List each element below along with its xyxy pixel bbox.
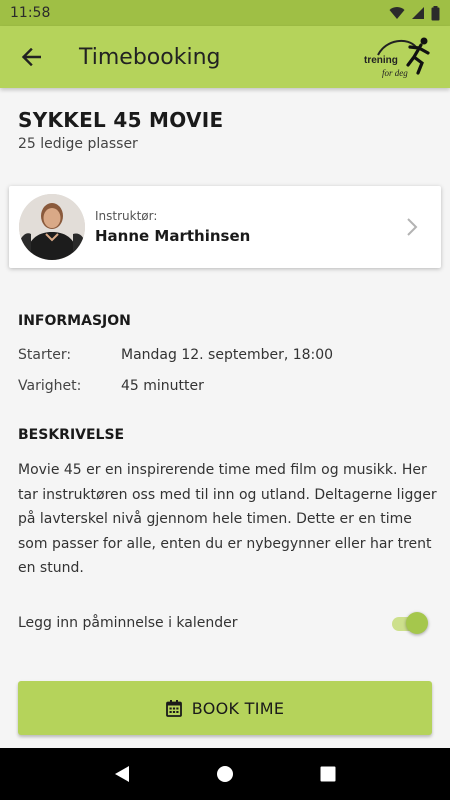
- nav-recents-button[interactable]: [308, 754, 348, 794]
- status-bar: 11:58: [0, 0, 450, 26]
- logo-text-top: trening: [364, 55, 398, 66]
- description-text: Movie 45 er en inspirerende time med fil…: [18, 462, 437, 576]
- nav-back-button[interactable]: [102, 754, 142, 794]
- info-value-start: Mandag 12. september, 18:00: [121, 347, 334, 363]
- calendar-icon: [165, 699, 182, 717]
- circle-home-icon: [216, 766, 233, 782]
- wifi-icon: [389, 7, 405, 20]
- back-button[interactable]: [0, 26, 62, 88]
- signal-icon: [412, 7, 424, 19]
- book-time-button[interactable]: BOOK TIME: [18, 681, 432, 735]
- info-row-duration: Varighet: 45 minutter: [18, 378, 438, 394]
- book-time-label: BOOK TIME: [191, 698, 285, 718]
- description-heading: BESKRIVELSE: [18, 427, 125, 443]
- status-icons: [389, 5, 440, 21]
- class-title: SYKKEL 45 MOVIE: [18, 108, 224, 132]
- instructor-card[interactable]: Instruktør: Hanne Marthinsen: [9, 186, 441, 268]
- square-recents-icon: [320, 766, 336, 782]
- arrow-back-icon: [21, 48, 41, 66]
- info-label-start: Starter:: [18, 347, 72, 363]
- instructor-name: Hanne Marthinsen: [95, 227, 251, 245]
- system-nav-bar: [0, 748, 450, 800]
- triangle-back-icon: [114, 766, 129, 782]
- instructor-label: Instruktør:: [95, 209, 158, 223]
- available-spots: 25 ledige plasser: [18, 136, 138, 152]
- info-row-start: Starter: Mandag 12. september, 18:00: [18, 347, 438, 363]
- reminder-row: Legg inn påminnelse i kalender: [18, 611, 428, 635]
- info-heading: INFORMASJON: [18, 313, 131, 329]
- reminder-label: Legg inn påminnelse i kalender: [18, 615, 238, 631]
- status-time: 11:58: [10, 5, 51, 21]
- app-bar: Timebooking trening for deg: [0, 26, 450, 88]
- page-title: Timebooking: [79, 44, 221, 70]
- logo-text-bottom: for deg: [382, 68, 408, 78]
- chevron-right-icon: [397, 217, 427, 237]
- battery-icon: [431, 5, 440, 20]
- nav-home-button[interactable]: [205, 754, 245, 794]
- brand-logo: trening for deg: [364, 33, 434, 81]
- reminder-toggle[interactable]: [388, 611, 428, 635]
- info-label-duration: Varighet:: [18, 378, 82, 394]
- instructor-avatar: [19, 194, 85, 260]
- info-value-duration: 45 minutter: [121, 378, 204, 394]
